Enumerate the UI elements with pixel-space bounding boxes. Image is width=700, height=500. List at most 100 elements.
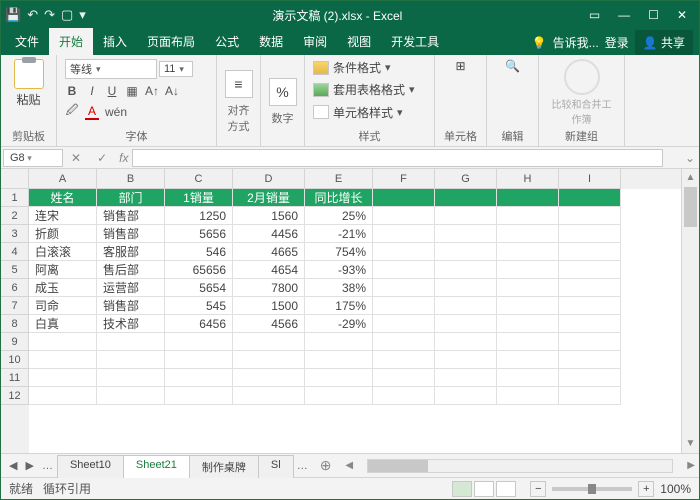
tab-insert[interactable]: 插入: [93, 28, 137, 55]
italic-button[interactable]: I: [85, 84, 99, 98]
cell[interactable]: 技术部: [97, 315, 165, 333]
sheet-nav-more[interactable]: …: [38, 460, 57, 472]
tab-file[interactable]: 文件: [5, 28, 49, 55]
cancel-formula-icon[interactable]: ✕: [63, 151, 89, 165]
cell[interactable]: [305, 351, 373, 369]
cell[interactable]: [559, 207, 621, 225]
cell[interactable]: [165, 351, 233, 369]
cell[interactable]: 阿离: [29, 261, 97, 279]
underline-button[interactable]: U: [105, 84, 119, 98]
row-header[interactable]: 1: [1, 189, 29, 207]
view-break-button[interactable]: [496, 481, 516, 497]
row-header[interactable]: 8: [1, 315, 29, 333]
cell[interactable]: [435, 333, 497, 351]
cell[interactable]: 4456: [233, 225, 305, 243]
new-icon[interactable]: ▢: [61, 7, 73, 23]
cells-icon[interactable]: ⊞: [455, 59, 465, 73]
cell[interactable]: [373, 387, 435, 405]
undo-icon[interactable]: ↶: [27, 7, 38, 23]
col-header[interactable]: G: [435, 169, 497, 189]
cell[interactable]: [165, 333, 233, 351]
cell[interactable]: [373, 315, 435, 333]
cell[interactable]: 38%: [305, 279, 373, 297]
tab-home[interactable]: 开始: [49, 28, 93, 55]
view-layout-button[interactable]: [474, 481, 494, 497]
cell[interactable]: [373, 279, 435, 297]
cell[interactable]: [435, 351, 497, 369]
cell[interactable]: [497, 189, 559, 207]
expand-formula-icon[interactable]: ⌄: [681, 151, 699, 165]
cell[interactable]: [305, 369, 373, 387]
cell[interactable]: 1500: [233, 297, 305, 315]
font-shrink-icon[interactable]: A↓: [165, 84, 179, 98]
view-normal-button[interactable]: [452, 481, 472, 497]
cell[interactable]: 成玉: [29, 279, 97, 297]
vertical-scrollbar[interactable]: ▲ ▼: [681, 169, 699, 453]
zoom-slider[interactable]: [552, 487, 632, 491]
cell[interactable]: [497, 315, 559, 333]
cell[interactable]: [373, 207, 435, 225]
cell[interactable]: [97, 369, 165, 387]
tab-formula[interactable]: 公式: [205, 28, 249, 55]
tab-view[interactable]: 视图: [337, 28, 381, 55]
row-header[interactable]: 7: [1, 297, 29, 315]
cell[interactable]: [497, 207, 559, 225]
number-icon[interactable]: %: [269, 78, 297, 106]
cell[interactable]: 4665: [233, 243, 305, 261]
share-button[interactable]: 👤 共享: [635, 30, 693, 55]
scroll-up-icon[interactable]: ▲: [682, 169, 699, 187]
compare-icon[interactable]: [564, 59, 600, 95]
cell[interactable]: [373, 333, 435, 351]
col-header[interactable]: B: [97, 169, 165, 189]
cell[interactable]: [305, 387, 373, 405]
cell[interactable]: [559, 387, 621, 405]
cell[interactable]: 175%: [305, 297, 373, 315]
ribbon-options-icon[interactable]: ▭: [589, 8, 600, 22]
maximize-icon[interactable]: ☐: [648, 8, 659, 22]
cell[interactable]: [559, 315, 621, 333]
row-header[interactable]: 12: [1, 387, 29, 405]
row-header[interactable]: 9: [1, 333, 29, 351]
cell[interactable]: [233, 351, 305, 369]
phonetic-button[interactable]: wén: [105, 105, 127, 119]
font-size-select[interactable]: 11: [159, 61, 193, 77]
tab-data[interactable]: 数据: [249, 28, 293, 55]
cell-style-button[interactable]: 单元格样式 ▾: [313, 104, 426, 121]
close-icon[interactable]: ✕: [677, 8, 687, 22]
cell[interactable]: [497, 351, 559, 369]
sheet-tab[interactable]: Sheet21: [123, 455, 190, 478]
cell[interactable]: [497, 297, 559, 315]
cell[interactable]: [435, 279, 497, 297]
table-format-button[interactable]: 套用表格格式 ▾: [313, 81, 426, 98]
cell[interactable]: 折颜: [29, 225, 97, 243]
save-icon[interactable]: 💾: [5, 7, 21, 23]
col-header[interactable]: H: [497, 169, 559, 189]
cell[interactable]: [233, 369, 305, 387]
col-header[interactable]: I: [559, 169, 621, 189]
cell[interactable]: [497, 387, 559, 405]
cell[interactable]: 25%: [305, 207, 373, 225]
cell[interactable]: 754%: [305, 243, 373, 261]
col-header[interactable]: C: [165, 169, 233, 189]
add-sheet-button[interactable]: ⊕: [312, 457, 340, 474]
cell[interactable]: [435, 207, 497, 225]
cell[interactable]: 5656: [165, 225, 233, 243]
cell[interactable]: [559, 333, 621, 351]
cell[interactable]: [373, 261, 435, 279]
redo-icon[interactable]: ↷: [44, 7, 55, 23]
cell[interactable]: 运营部: [97, 279, 165, 297]
cell[interactable]: 司命: [29, 297, 97, 315]
tab-review[interactable]: 审阅: [293, 28, 337, 55]
font-name-select[interactable]: 等线: [65, 59, 157, 79]
cell[interactable]: [373, 225, 435, 243]
horizontal-scrollbar[interactable]: ◀ ▶: [345, 459, 695, 473]
col-header[interactable]: A: [29, 169, 97, 189]
cell[interactable]: [435, 369, 497, 387]
cell[interactable]: [165, 369, 233, 387]
cell[interactable]: [559, 369, 621, 387]
select-all-corner[interactable]: [1, 169, 29, 189]
col-header[interactable]: E: [305, 169, 373, 189]
cell[interactable]: [559, 279, 621, 297]
cell[interactable]: [97, 333, 165, 351]
cell[interactable]: [559, 261, 621, 279]
